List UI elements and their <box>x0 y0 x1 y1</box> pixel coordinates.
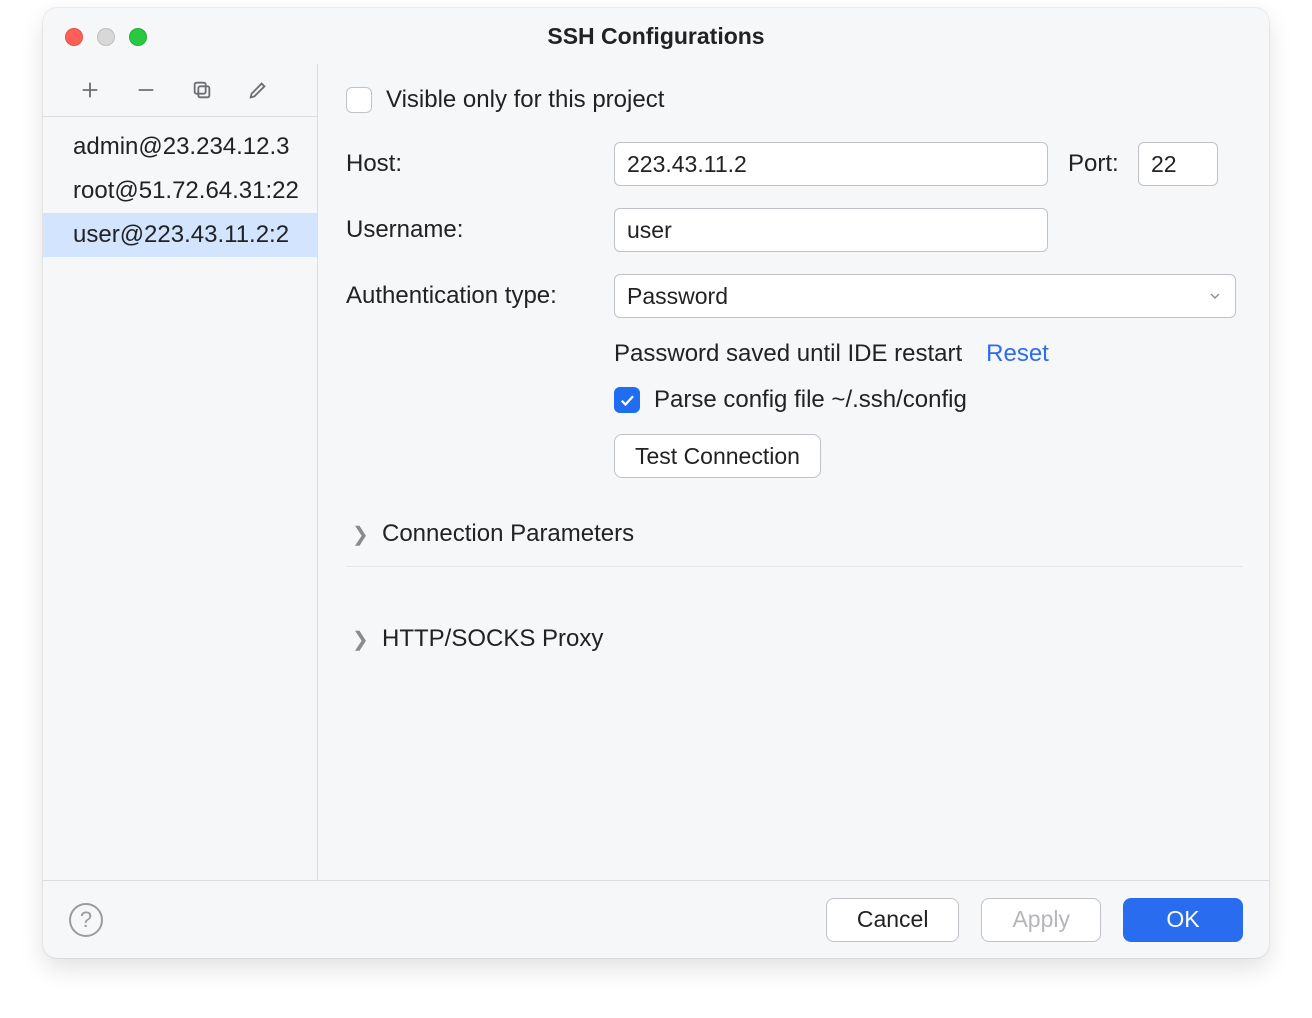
test-connection-label: Test Connection <box>635 443 800 470</box>
ok-button[interactable]: OK <box>1123 898 1243 942</box>
config-list: admin@23.234.12.3 root@51.72.64.31:22 us… <box>43 117 317 257</box>
section-title: HTTP/SOCKS Proxy <box>382 625 603 653</box>
parse-config-row: Parse config file ~/.ssh/config <box>614 386 1243 414</box>
help-icon[interactable]: ? <box>69 903 103 937</box>
password-status-text: Password saved until IDE restart <box>614 340 962 368</box>
close-window-button[interactable] <box>65 28 83 46</box>
username-label: Username: <box>346 216 614 244</box>
host-label: Host: <box>346 150 614 178</box>
chevron-right-icon: ❯ <box>352 522 370 547</box>
password-status-row: Password saved until IDE restart Reset <box>614 340 1243 368</box>
auth-type-value: Password <box>627 283 728 310</box>
dialog-window: SSH Configurations admin@23.234.12.3 <box>43 8 1269 958</box>
chevron-down-icon <box>1207 283 1223 310</box>
dialog-title: SSH Configurations <box>43 23 1269 50</box>
minimize-window-button[interactable] <box>97 28 115 46</box>
titlebar: SSH Configurations <box>43 8 1269 64</box>
window-controls <box>65 28 147 46</box>
test-connection-row: Test Connection <box>614 434 1243 478</box>
proxy-section[interactable]: ❯ HTTP/SOCKS Proxy <box>346 607 1243 671</box>
ok-label: OK <box>1166 906 1199 933</box>
config-list-item[interactable]: admin@23.234.12.3 <box>43 125 317 169</box>
auth-row: Authentication type: Password <box>346 274 1243 318</box>
zoom-window-button[interactable] <box>129 28 147 46</box>
collapsible-sections: ❯ Connection Parameters ❯ HTTP/SOCKS Pro… <box>346 502 1243 671</box>
visible-only-label: Visible only for this project <box>386 86 664 114</box>
section-title: Connection Parameters <box>382 520 634 548</box>
edit-icon[interactable] <box>245 77 271 103</box>
visible-only-row: Visible only for this project <box>346 86 1243 114</box>
apply-button[interactable]: Apply <box>981 898 1101 942</box>
port-input[interactable] <box>1138 142 1218 186</box>
username-row: Username: <box>346 208 1243 252</box>
add-icon[interactable] <box>77 77 103 103</box>
remove-icon[interactable] <box>133 77 159 103</box>
username-input[interactable] <box>614 208 1048 252</box>
dialog-body: admin@23.234.12.3 root@51.72.64.31:22 us… <box>43 64 1269 880</box>
host-input[interactable] <box>614 142 1048 186</box>
host-row: Host: Port: <box>346 142 1243 186</box>
visible-only-checkbox[interactable] <box>346 87 372 113</box>
form-panel: Visible only for this project Host: Port… <box>318 64 1269 880</box>
port-label: Port: <box>1068 150 1138 178</box>
dialog-footer: ? Cancel Apply OK <box>43 880 1269 958</box>
reset-link[interactable]: Reset <box>986 340 1049 368</box>
config-list-item[interactable]: user@223.43.11.2:2 <box>43 213 317 257</box>
cancel-label: Cancel <box>857 906 929 933</box>
sidebar: admin@23.234.12.3 root@51.72.64.31:22 us… <box>43 64 318 880</box>
cancel-button[interactable]: Cancel <box>826 898 960 942</box>
footer-buttons: Cancel Apply OK <box>826 898 1243 942</box>
parse-config-checkbox[interactable] <box>614 387 640 413</box>
copy-icon[interactable] <box>189 77 215 103</box>
parse-config-label: Parse config file ~/.ssh/config <box>654 386 967 414</box>
apply-label: Apply <box>1012 906 1070 933</box>
connection-parameters-section[interactable]: ❯ Connection Parameters <box>346 502 1243 567</box>
auth-type-label: Authentication type: <box>346 282 614 310</box>
auth-type-select[interactable]: Password <box>614 274 1236 318</box>
chevron-right-icon: ❯ <box>352 627 370 652</box>
sidebar-toolbar <box>43 64 317 117</box>
test-connection-button[interactable]: Test Connection <box>614 434 821 478</box>
config-list-item[interactable]: root@51.72.64.31:22 <box>43 169 317 213</box>
